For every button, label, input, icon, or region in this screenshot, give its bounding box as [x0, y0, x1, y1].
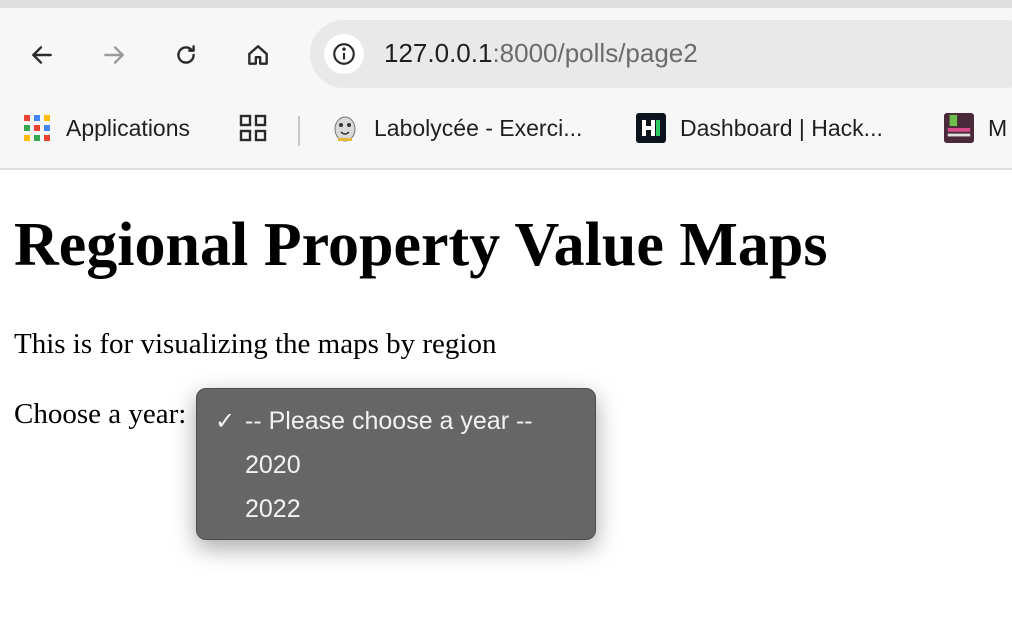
tab-groups-button[interactable] [238, 110, 282, 146]
page-title: Regional Property Value Maps [14, 211, 828, 279]
year-option-placeholder[interactable]: -- Please choose a year -- [245, 407, 533, 436]
tab-groups-icon [238, 113, 268, 143]
browser-chrome: 127.0.0.1:8000/polls/page2 Applications [0, 0, 1012, 170]
year-select-dropdown[interactable]: ✓ -- Please choose a year -- 2020 2022 [196, 388, 596, 540]
bookmark-label: Dashboard | Hack... [680, 114, 883, 141]
url-host: 127.0.0.1 [384, 38, 493, 68]
bookmark-label: Labolycée - Exerci... [374, 114, 583, 141]
bookmark-lycee[interactable]: M [944, 110, 1007, 146]
url-path: :8000/polls/page2 [492, 38, 698, 68]
back-button[interactable] [20, 33, 64, 77]
bookmark-labolycee[interactable]: Labolycée - Exerci... [330, 110, 582, 146]
bookmark-hackerrank[interactable]: Dashboard | Hack... [636, 110, 883, 146]
year-select-label: Choose a year: [14, 398, 187, 430]
reload-icon [177, 45, 195, 64]
bookmark-label: M [988, 114, 1008, 141]
year-option-2022[interactable]: 2022 [245, 495, 301, 524]
apps-grid-icon [22, 113, 52, 143]
arrow-left-icon [32, 46, 52, 64]
bookmark-label: Applications [66, 114, 191, 141]
bookmark-applications[interactable]: Applications [22, 110, 190, 146]
url-text[interactable]: 127.0.0.1:8000/polls/page2 [384, 38, 698, 69]
bookmarks-separator [298, 116, 300, 146]
home-icon [248, 45, 268, 65]
reload-button[interactable] [164, 33, 208, 77]
tab-strip-edge [0, 0, 1012, 8]
hackerrank-favicon [636, 113, 666, 143]
page-description: This is for visualizing the maps by regi… [14, 328, 497, 360]
year-option-2020[interactable]: 2020 [245, 451, 301, 480]
checkmark-icon: ✓ [215, 408, 236, 435]
bookmarks-bar: Applications Labolycée - Exerci... Dashb… [0, 104, 1012, 152]
info-icon [333, 43, 355, 65]
arrow-right-icon [104, 46, 124, 64]
address-bar[interactable]: 127.0.0.1:8000/polls/page2 [310, 20, 1012, 88]
site-info-button[interactable] [324, 34, 364, 74]
lycee-favicon [944, 113, 974, 143]
home-button[interactable] [236, 33, 280, 77]
labolycee-favicon [330, 113, 360, 143]
forward-button[interactable] [92, 33, 136, 77]
